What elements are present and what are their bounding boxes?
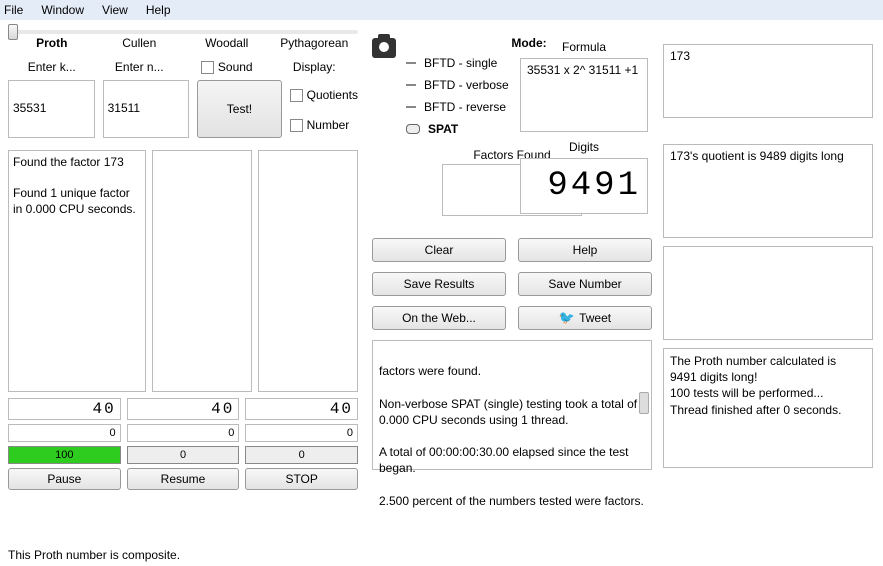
test-button[interactable]: Test!	[197, 80, 281, 138]
top-slider[interactable]	[8, 30, 358, 34]
sound-checkbox[interactable]	[201, 61, 214, 74]
lcd-b: 40	[127, 398, 240, 420]
type-woodall[interactable]: Woodall	[183, 36, 271, 50]
final-message-box: The Proth number calculated is 9491 digi…	[663, 348, 873, 468]
result-log[interactable]: factors were found. Non-verbose SPAT (si…	[372, 340, 652, 470]
save-results-button[interactable]: Save Results	[372, 272, 506, 296]
zero-c: 0	[245, 424, 358, 442]
label-display: Display:	[271, 60, 359, 74]
resume-button[interactable]: Resume	[127, 468, 240, 490]
on-the-web-button[interactable]: On the Web...	[372, 306, 506, 330]
input-n[interactable]: 31511	[103, 80, 190, 138]
log-box-3	[258, 150, 358, 392]
formula-label: Formula	[520, 40, 648, 54]
scrollbar-thumb[interactable]	[639, 392, 649, 414]
number-checkbox[interactable]	[290, 119, 303, 132]
clear-button[interactable]: Clear	[372, 238, 506, 262]
quotient-box: 173's quotient is 9489 digits long	[663, 144, 873, 238]
lcd-a: 40	[8, 398, 121, 420]
quotients-checkbox[interactable]	[290, 89, 303, 102]
lcd-c: 40	[245, 398, 358, 420]
label-number: Number	[307, 118, 350, 132]
slider-thumb[interactable]	[8, 24, 18, 40]
label-enter-n: Enter n...	[96, 60, 184, 74]
menu-window[interactable]: Window	[41, 3, 84, 17]
log-box-2	[152, 150, 252, 392]
type-cullen[interactable]: Cullen	[96, 36, 184, 50]
log-box-1: Found the factor 173 Found 1 unique fact…	[8, 150, 146, 392]
menu-help[interactable]: Help	[146, 3, 171, 17]
type-proth[interactable]: Proth	[8, 36, 96, 50]
menu-file[interactable]: File	[4, 3, 23, 17]
input-k[interactable]: 35531	[8, 80, 95, 138]
factor-box: 173	[663, 44, 873, 118]
menu-bar: File Window View Help	[0, 0, 883, 20]
status-bar: This Proth number is composite.	[8, 548, 180, 562]
zero-b: 0	[127, 424, 240, 442]
digits-value: 9491	[520, 158, 648, 214]
progress-a: 100	[8, 446, 121, 464]
save-number-button[interactable]: Save Number	[518, 272, 652, 296]
progress-b: 0	[127, 446, 240, 464]
tweet-button[interactable]: 🐦Tweet	[518, 306, 652, 330]
digits-label: Digits	[520, 140, 648, 154]
formula-box: 35531 x 2^ 31511 +1	[520, 58, 648, 132]
menu-view[interactable]: View	[102, 3, 128, 17]
twitter-icon: 🐦	[559, 310, 575, 326]
label-enter-k: Enter k...	[8, 60, 96, 74]
progress-c: 0	[245, 446, 358, 464]
camera-icon[interactable]	[372, 38, 396, 58]
help-button[interactable]: Help	[518, 238, 652, 262]
stop-button[interactable]: STOP	[245, 468, 358, 490]
label-quotients: Quotients	[307, 88, 358, 102]
zero-a: 0	[8, 424, 121, 442]
label-sound: Sound	[218, 60, 253, 74]
empty-box	[663, 246, 873, 340]
pause-button[interactable]: Pause	[8, 468, 121, 490]
type-pythagorean[interactable]: Pythagorean	[271, 36, 359, 50]
